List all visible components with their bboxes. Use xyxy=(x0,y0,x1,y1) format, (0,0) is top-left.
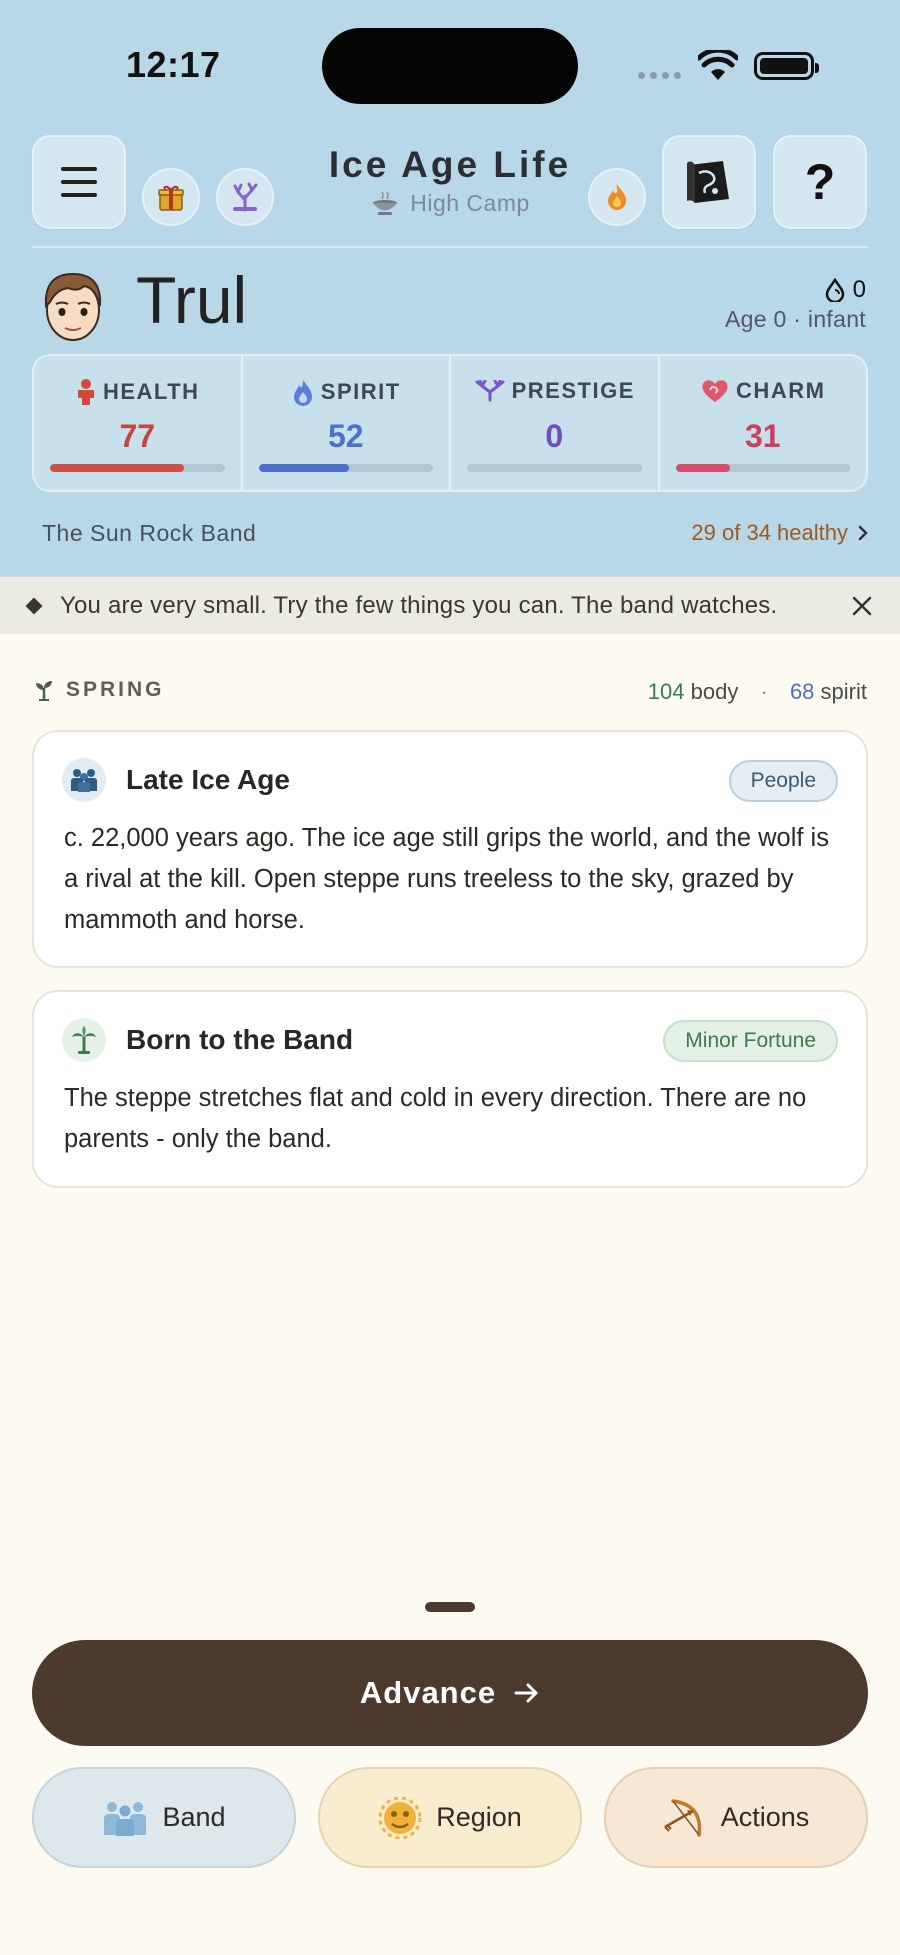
spirit-icon xyxy=(293,380,312,406)
stat-label: CHARM xyxy=(736,378,826,403)
prestige-bar xyxy=(467,464,642,472)
event-card[interactable]: Born to the Band Minor Fortune The stepp… xyxy=(32,990,868,1188)
stat-prestige[interactable]: PRESTIGE 0 xyxy=(451,356,660,490)
spirit-label: spirit xyxy=(820,679,867,704)
band-health-text: 29 of 34 healthy xyxy=(691,520,848,545)
region-tab-label: Region xyxy=(436,1802,522,1832)
bow-arrow-icon xyxy=(664,1798,701,1837)
fire-button[interactable] xyxy=(588,168,646,226)
band-tab-label: Band xyxy=(162,1802,226,1832)
stat-value: 0 xyxy=(545,418,564,454)
diamond-icon xyxy=(25,597,43,614)
band-name: The Sun Rock Band xyxy=(42,520,257,546)
people-icon xyxy=(62,758,106,802)
separator-dot: · xyxy=(760,679,768,704)
palm-icon xyxy=(62,1018,106,1062)
notice-banner: You are very small. Try the few things y… xyxy=(0,576,900,634)
header-divider xyxy=(32,246,868,248)
top-panel: 12:17 Ice Age Life High Camp ? Trul 0 Ag… xyxy=(0,0,900,576)
card-text: The steppe stretches flat and cold in ev… xyxy=(64,1084,807,1153)
spirit-value: 68 xyxy=(789,679,815,704)
cauldron-icon xyxy=(373,191,398,215)
band-icon xyxy=(104,1801,147,1836)
season-name: SPRING xyxy=(66,678,165,701)
status-time: 12:17 xyxy=(126,44,221,85)
spirit-bar xyxy=(258,464,433,472)
card-tag: People xyxy=(728,760,838,802)
stats-panel: HEALTH 77 SPIRIT 52 PRESTIGE 0 CHARM 31 xyxy=(32,354,868,492)
body-value: 104 xyxy=(647,679,685,704)
band-tab-button[interactable]: Band xyxy=(32,1767,296,1868)
actions-tab-label: Actions xyxy=(720,1802,810,1832)
status-bar: 12:17 xyxy=(0,0,900,130)
stat-value: 77 xyxy=(119,418,156,454)
avatar xyxy=(44,272,102,341)
stat-label: HEALTH xyxy=(102,379,200,404)
location-subtitle: High Camp xyxy=(300,190,600,217)
charm-bar xyxy=(675,464,850,472)
card-tag: Minor Fortune xyxy=(663,1020,838,1062)
close-icon[interactable] xyxy=(850,594,874,618)
app-title: Ice Age Life xyxy=(328,144,572,185)
menu-icon xyxy=(61,167,97,197)
sheet-drag-handle[interactable] xyxy=(425,1602,475,1612)
advance-label: Advance xyxy=(359,1675,497,1710)
stat-charm[interactable]: CHARM 31 xyxy=(660,356,867,490)
drop-icon xyxy=(825,278,844,302)
health-icon xyxy=(77,379,94,405)
dynamic-island xyxy=(322,28,578,104)
stat-label: SPIRIT xyxy=(320,379,401,404)
coin-counter: 0 xyxy=(825,276,866,304)
stat-value: 31 xyxy=(744,418,781,454)
signal-dots-icon xyxy=(638,72,681,79)
stat-value: 52 xyxy=(327,418,364,454)
coral-icon xyxy=(233,182,258,212)
gift-button[interactable] xyxy=(142,168,200,226)
age-text: Age 0 · infant xyxy=(724,306,866,332)
region-tab-button[interactable]: Region xyxy=(318,1767,582,1868)
scroll-map-icon xyxy=(687,161,729,203)
charm-icon xyxy=(702,380,728,402)
notice-text: You are very small. Try the few things y… xyxy=(60,591,778,619)
season-label: SPRING xyxy=(32,678,165,702)
stat-label: PRESTIGE xyxy=(511,378,635,403)
character-name: Trul xyxy=(136,263,248,337)
sprout-icon xyxy=(36,681,52,701)
menu-button[interactable] xyxy=(32,135,126,229)
help-icon: ? xyxy=(804,154,836,210)
advance-button[interactable]: Advance xyxy=(32,1640,868,1746)
band-health-link[interactable]: 29 of 34 healthy xyxy=(691,520,868,546)
location-name: High Camp xyxy=(410,190,530,216)
battery-icon xyxy=(754,52,819,80)
wifi-icon xyxy=(698,50,738,80)
stat-health[interactable]: HEALTH 77 xyxy=(34,356,243,490)
actions-tab-button[interactable]: Actions xyxy=(604,1767,868,1868)
fire-icon xyxy=(608,184,626,210)
card-title: Late Ice Age xyxy=(126,764,290,795)
help-button[interactable]: ? xyxy=(773,135,867,229)
coral-button[interactable] xyxy=(216,168,274,226)
event-card[interactable]: Late Ice Age People c. 22,000 years ago.… xyxy=(32,730,868,968)
gift-icon xyxy=(158,185,184,211)
card-title: Born to the Band xyxy=(126,1024,354,1055)
stat-spirit[interactable]: SPIRIT 52 xyxy=(243,356,451,490)
coin-count: 0 xyxy=(852,276,866,303)
region-icon xyxy=(378,1796,422,1839)
arrow-right-icon xyxy=(514,1683,538,1703)
map-button[interactable] xyxy=(662,135,756,229)
card-text: c. 22,000 years ago. The ice age still g… xyxy=(64,824,829,934)
antlers-icon xyxy=(475,380,505,402)
body-spirit-summary: 104 body · 68 spirit xyxy=(648,679,867,705)
chevron-right-icon xyxy=(858,525,868,541)
body-label: body xyxy=(690,679,739,704)
health-bar xyxy=(50,464,225,472)
